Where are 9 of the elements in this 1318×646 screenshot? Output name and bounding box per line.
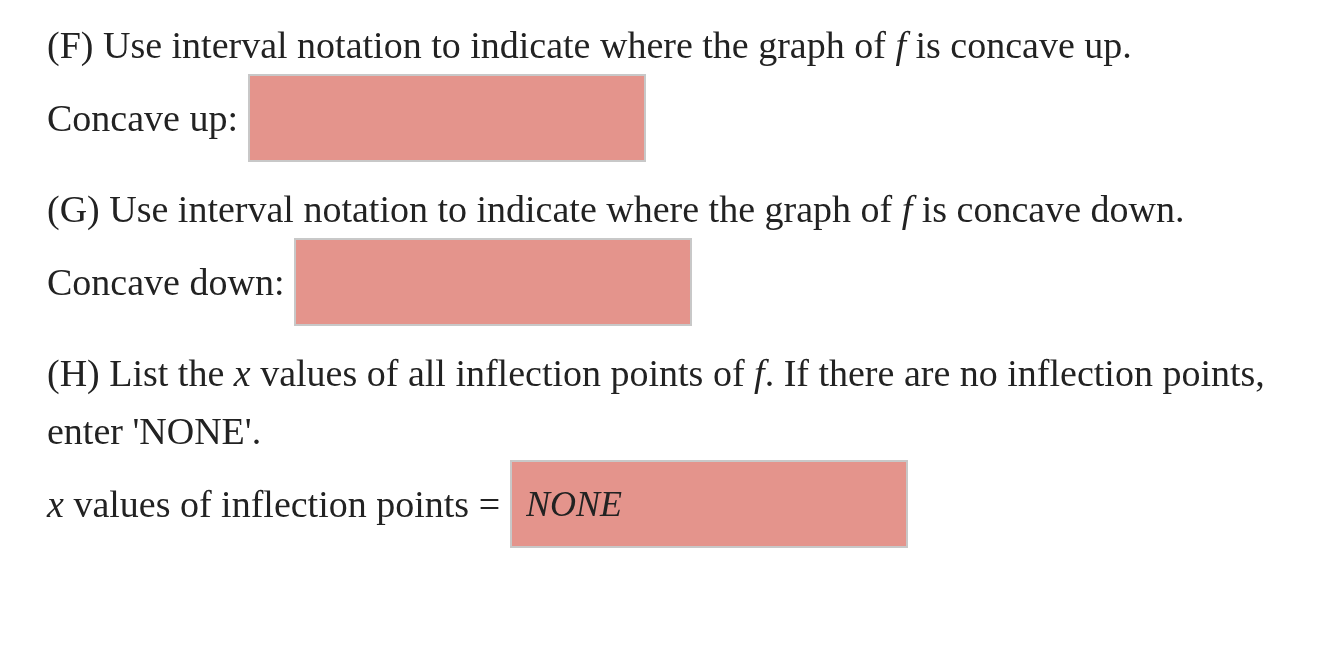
- answer-label: Concave up:: [47, 95, 238, 141]
- answer-field[interactable]: [294, 238, 693, 326]
- answer-label: Concave down:: [47, 259, 285, 305]
- answer-field[interactable]: NONE: [510, 460, 909, 548]
- question-text: (F) Use interval notation to indicate where the graph of f is concave up.: [47, 23, 1133, 68]
- question-text: (G) Use interval notation to indicate where the graph of f is concave down.: [47, 187, 1186, 232]
- answer-label: x values of inflection points =: [47, 481, 501, 527]
- question-text: (H) List the x values of all inflection points of f. If there are no inflection points, enter 'NONE'.: [47, 351, 1266, 454]
- answer-field[interactable]: [248, 74, 646, 162]
